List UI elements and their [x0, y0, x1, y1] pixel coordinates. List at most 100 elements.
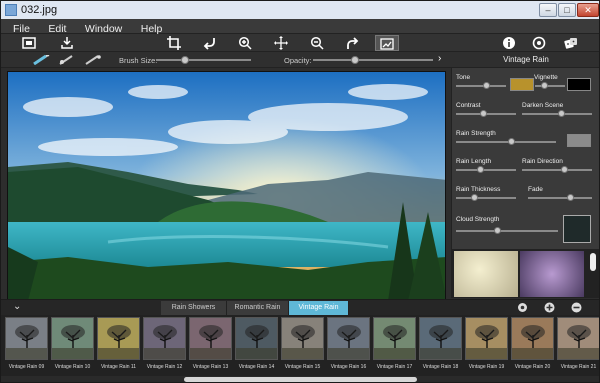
tab-romantic-rain[interactable]: Romantic Rain	[227, 301, 289, 315]
crop-icon	[167, 36, 181, 50]
rain-color-swatch[interactable]	[567, 134, 591, 147]
fit-screen-button[interactable]	[21, 35, 37, 51]
redo-button[interactable]	[344, 35, 360, 51]
opacity-label: Opacity:	[284, 56, 312, 65]
move-button[interactable]	[273, 35, 289, 51]
rain-thickness-slider[interactable]	[456, 194, 516, 201]
preset-thumbnail[interactable]: Vintage Rain 10	[51, 317, 94, 375]
preset-thumbnail-image	[373, 317, 416, 360]
eraser-icon[interactable]	[85, 55, 103, 65]
rain-length-slider[interactable]	[456, 166, 516, 173]
window-title: 032.jpg	[21, 4, 58, 16]
zoom-out-button[interactable]	[309, 35, 325, 51]
random-button[interactable]	[563, 35, 579, 51]
tab-vintage-rain[interactable]: Vintage Rain	[289, 301, 349, 315]
vignette-color-swatch[interactable]	[567, 78, 591, 91]
preset-thumbnail-image	[189, 317, 232, 360]
opacity-slider[interactable]	[313, 56, 433, 64]
settings-icon[interactable]	[517, 302, 528, 313]
preset-thumbnail-label: Vintage Rain 10	[54, 364, 91, 370]
opacity-knob[interactable]	[351, 56, 359, 64]
preset-thumbnail[interactable]: Vintage Rain 18	[419, 317, 462, 375]
rain-strength-knob[interactable]	[508, 138, 515, 145]
preset-thumbnail[interactable]: Vintage Rain 14	[235, 317, 278, 375]
dice-icon	[564, 38, 577, 49]
vignette-label: Vignette	[534, 74, 558, 81]
contrast-slider[interactable]	[456, 110, 516, 117]
texture-preview-1[interactable]	[454, 251, 518, 297]
maximize-button[interactable]: □	[558, 3, 576, 17]
rain-direction-knob[interactable]	[561, 166, 568, 173]
fade-knob[interactable]	[566, 194, 574, 201]
undo-button[interactable]	[202, 35, 218, 51]
filmstrip-scroll-thumb[interactable]	[184, 377, 417, 382]
preset-thumbnail[interactable]: Vintage Rain 11	[97, 317, 140, 375]
preset-thumbnail[interactable]: Vintage Rain 16	[327, 317, 370, 375]
preset-thumbnail[interactable]: Vintage Rain 12	[143, 317, 186, 375]
cloud-texture-swatch[interactable]	[563, 215, 591, 243]
settings-icon	[532, 36, 546, 50]
preset-thumbnail-label: Vintage Rain 20	[514, 364, 551, 370]
rain-length-knob[interactable]	[477, 166, 484, 173]
image-canvas[interactable]	[7, 71, 446, 300]
fade-label: Fade	[528, 186, 543, 193]
crop-button[interactable]	[166, 35, 182, 51]
info-icon	[503, 37, 515, 49]
actual-size-button[interactable]	[375, 35, 399, 51]
preset-thumbnail-label: Vintage Rain 14	[238, 364, 275, 370]
fit-screen-icon	[22, 37, 36, 49]
effect-tabs-bar: ⌄ Rain Showers Romantic Rain Vintage Rai…	[1, 299, 599, 315]
tone-slider[interactable]	[456, 82, 506, 89]
preset-thumbnail[interactable]: Vintage Rain 15	[281, 317, 324, 375]
darken-scene-knob[interactable]	[557, 110, 565, 117]
brush-size-knob[interactable]	[180, 56, 189, 64]
preset-thumbnail-image	[327, 317, 370, 360]
preset-thumbnail[interactable]: Vintage Rain 19	[465, 317, 508, 375]
undo-icon	[203, 38, 215, 50]
chevron-down-icon[interactable]: ⌄	[13, 301, 21, 312]
cloud-strength-knob[interactable]	[493, 227, 501, 234]
preset-thumbnail[interactable]: Vintage Rain 09	[5, 317, 48, 375]
vignette-slider[interactable]	[535, 82, 565, 89]
filmstrip-scrollbar[interactable]	[1, 376, 599, 382]
preset-thumbnail-image	[97, 317, 140, 360]
brush-size-label: Brush Size:	[119, 56, 158, 65]
chevron-right-icon[interactable]: ›	[438, 53, 441, 64]
tone-color-swatch[interactable]	[510, 78, 534, 91]
paint-brush-icon[interactable]	[59, 55, 77, 65]
minimize-button[interactable]: –	[539, 3, 557, 17]
save-button[interactable]	[59, 35, 75, 51]
tone-label: Tone	[456, 74, 471, 81]
texture-preview-2[interactable]	[520, 251, 584, 297]
move-icon	[274, 36, 288, 50]
brush-size-slider[interactable]	[156, 56, 251, 64]
rain-direction-slider[interactable]	[522, 166, 592, 173]
preset-thumbnail-label: Vintage Rain 17	[376, 364, 413, 370]
tab-rain-showers[interactable]: Rain Showers	[161, 301, 227, 315]
minus-icon[interactable]	[571, 302, 582, 313]
cloud-strength-slider[interactable]	[456, 227, 558, 234]
darken-scene-slider[interactable]	[522, 110, 592, 117]
rain-strength-slider[interactable]	[456, 138, 556, 145]
preset-thumbnail-label: Vintage Rain 16	[330, 364, 367, 370]
vignette-knob[interactable]	[541, 82, 548, 89]
info-button[interactable]	[501, 35, 517, 51]
close-button[interactable]: ✕	[577, 3, 599, 17]
actual-size-icon	[380, 38, 394, 50]
brush-options-bar: Brush Size: Opacity: ›	[1, 52, 451, 68]
zoom-in-button[interactable]	[237, 35, 253, 51]
preset-thumbnail[interactable]: Vintage Rain 17	[373, 317, 416, 375]
brush-tool-icon[interactable]	[33, 55, 51, 65]
plus-icon[interactable]	[544, 302, 555, 313]
preset-thumbnail[interactable]: Vintage Rain 20	[511, 317, 554, 375]
rain-thickness-knob[interactable]	[471, 194, 478, 201]
fade-slider[interactable]	[528, 194, 592, 201]
preset-filmstrip: Vintage Rain 09 Vintage Rain 10 Vintage Ra…	[1, 315, 599, 376]
preset-thumbnail[interactable]: Vintage Rain 13	[189, 317, 232, 375]
tone-knob[interactable]	[483, 82, 490, 89]
texture-scroll-thumb[interactable]	[590, 253, 596, 271]
contrast-knob[interactable]	[480, 110, 487, 117]
title-bar: 032.jpg – □ ✕	[1, 1, 599, 19]
preset-thumbnail[interactable]: Vintage Rain 21	[557, 317, 599, 375]
settings-button[interactable]	[531, 35, 547, 51]
